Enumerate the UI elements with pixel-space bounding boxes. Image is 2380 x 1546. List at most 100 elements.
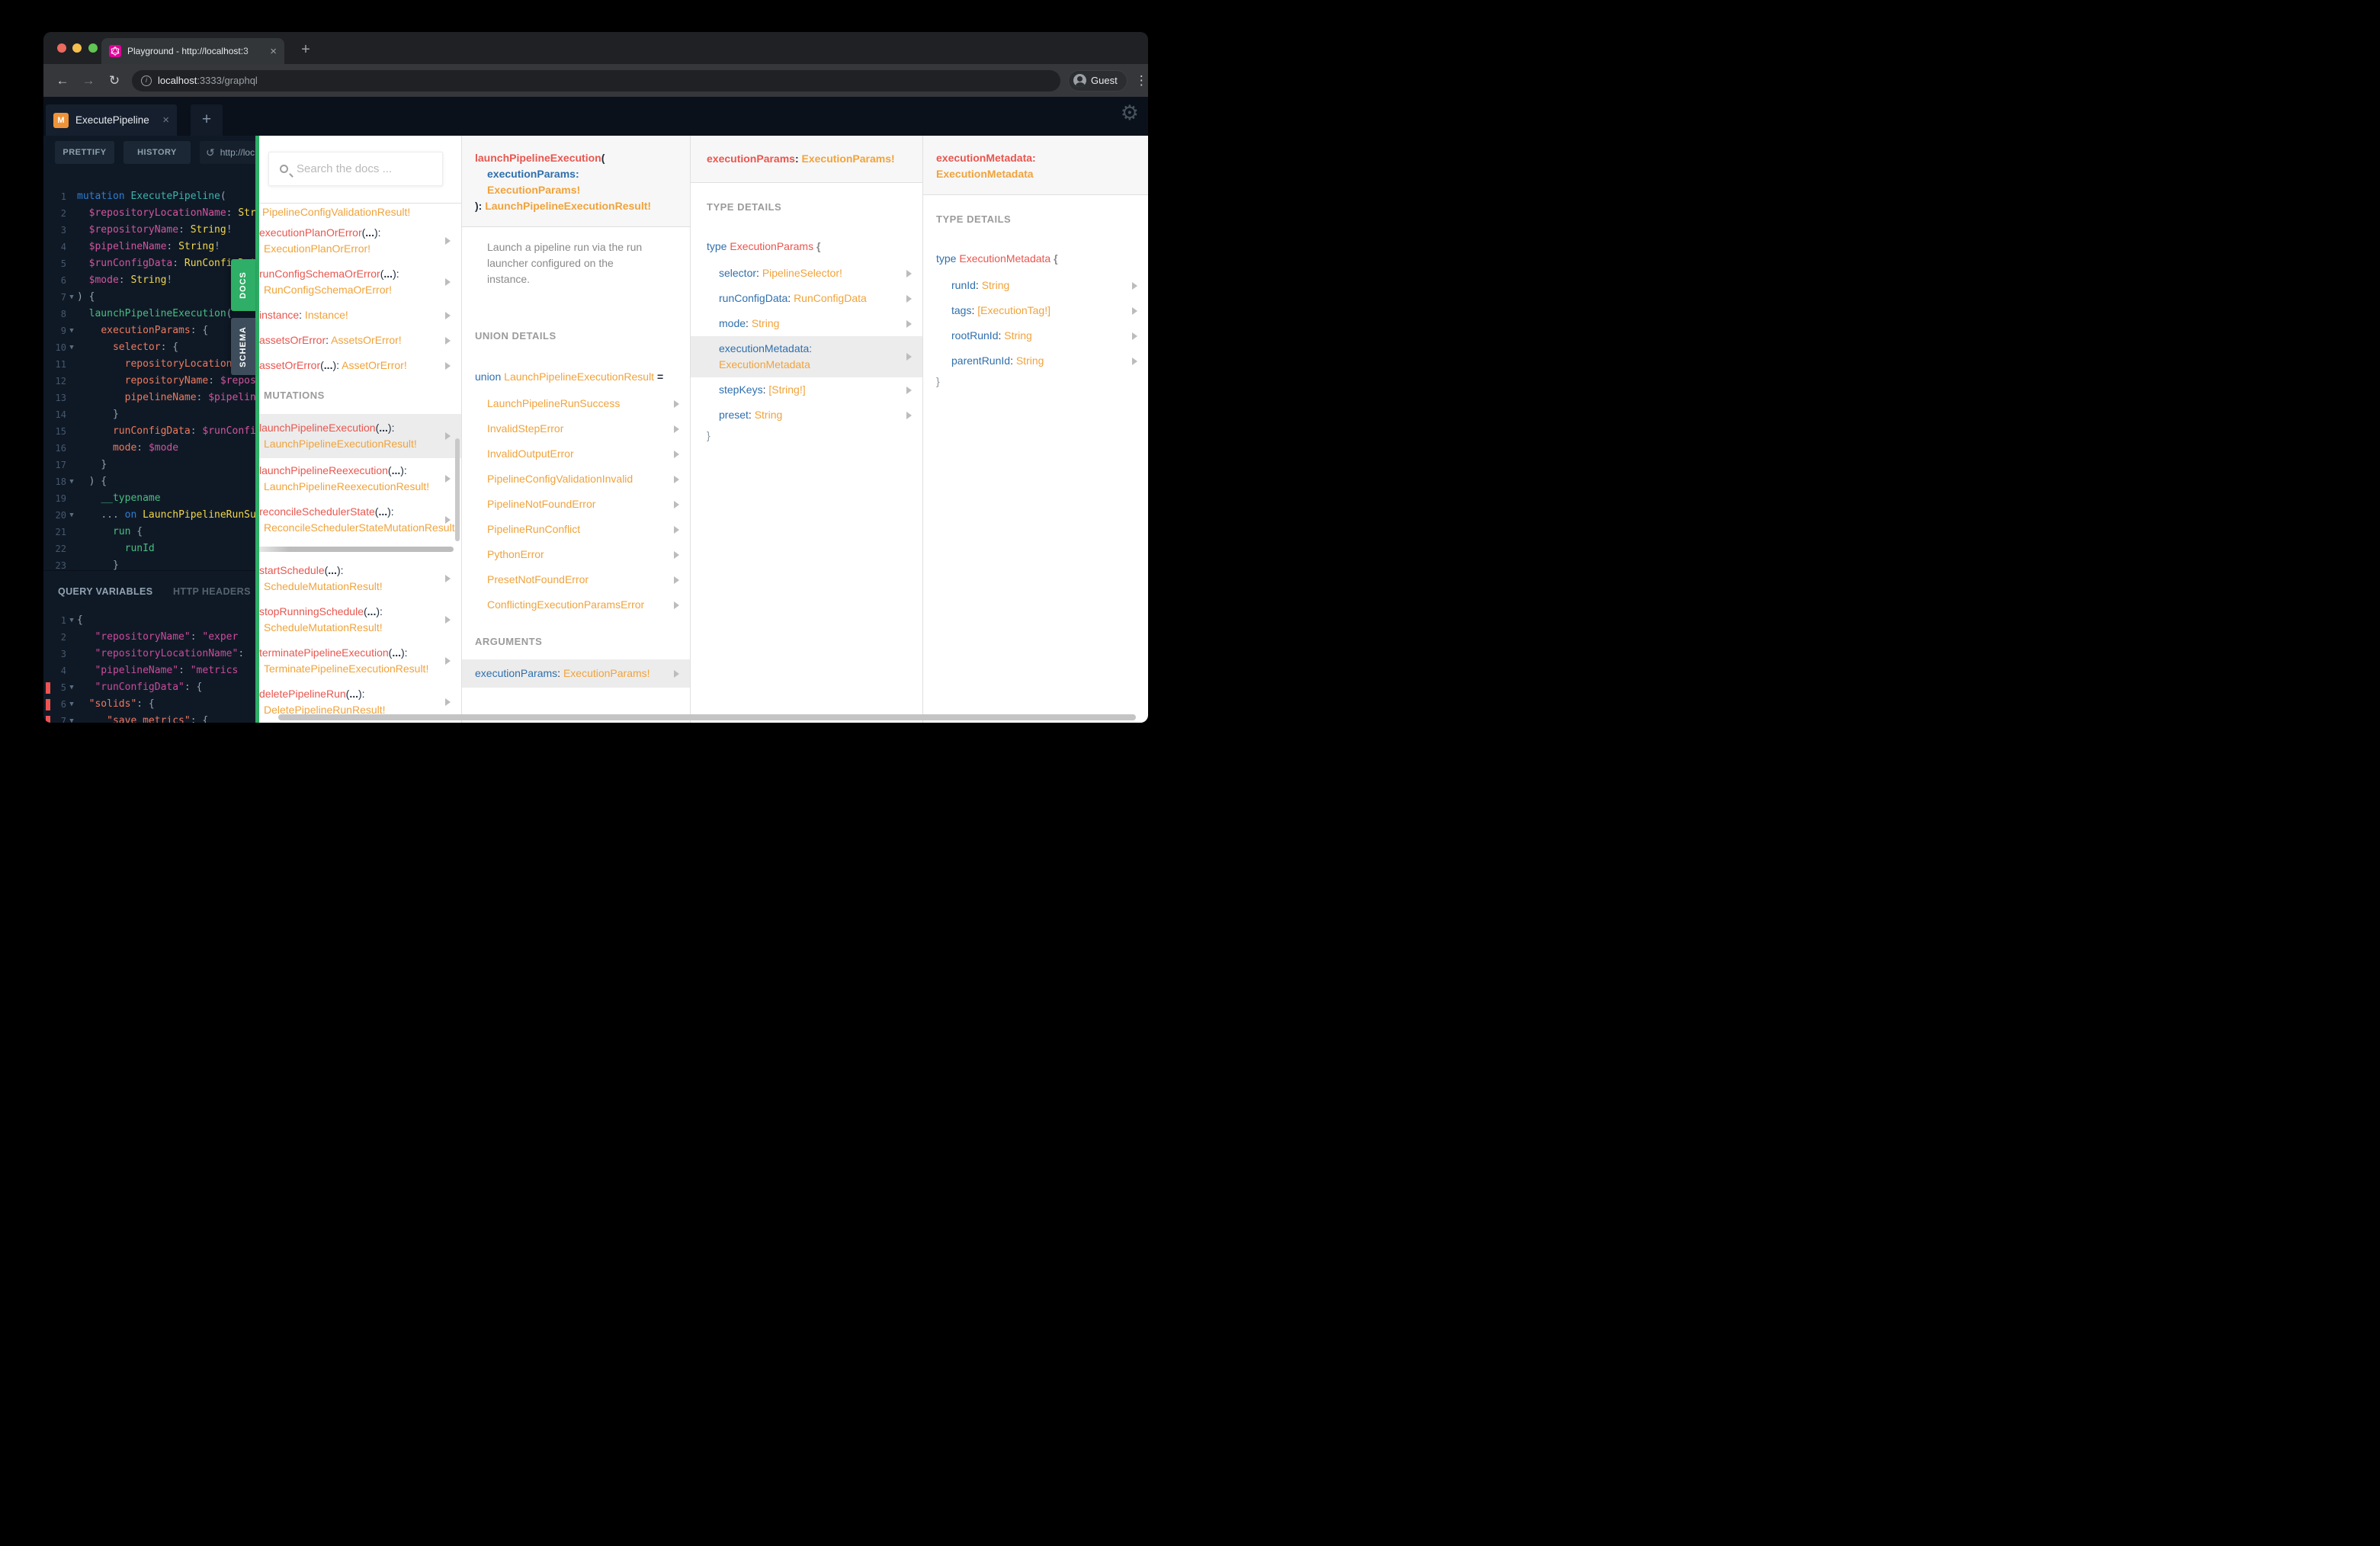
type-field-row[interactable]: mode: String [691,311,922,336]
docs-side-tab[interactable]: DOCS [231,259,255,311]
line-number: 10 [55,342,66,353]
type-field-row[interactable]: runConfigData: RunConfigData [691,286,922,311]
union-member-row[interactable]: PipelineNotFoundError [462,492,690,517]
list-horizontal-scrollbar[interactable] [259,547,454,552]
field-name: terminatePipelineExecution [259,646,389,659]
type-field-row[interactable]: parentRunId: String [923,348,1148,374]
history-button[interactable]: HISTORY [123,141,191,164]
field-name: reconcileSchedulerState [259,505,375,518]
fold-arrow-icon[interactable]: ▼ [66,322,77,339]
fold-arrow-icon[interactable]: ▼ [66,612,77,629]
union-member-row[interactable]: InvalidOutputError [462,441,690,467]
field-name: executionPlanOrError [259,226,362,239]
line-number: 18 [55,476,66,487]
union-member-row[interactable]: PresetNotFoundError [462,567,690,592]
type-field-row[interactable]: stepKeys: [String!] [691,377,922,403]
docs-horizontal-scrollbar[interactable] [278,714,1136,720]
code-token: "exper [202,631,239,643]
reload-icon[interactable]: ↻ [101,73,127,88]
browser-tab[interactable]: Playground - http://localhost:3 × [101,38,284,64]
fold-arrow-icon[interactable]: ▼ [66,713,77,723]
union-member-row[interactable]: LaunchPipelineRunSuccess [462,391,690,416]
site-info-icon[interactable]: i [141,75,152,86]
doc-entry[interactable]: instance: Instance! [259,303,461,328]
fold-arrow-icon[interactable]: ▼ [66,507,77,524]
tab-close-icon[interactable]: × [270,46,277,57]
forward-icon[interactable]: → [75,73,101,88]
type-field-row[interactable]: rootRunId: String [923,323,1148,348]
browser-menu-icon[interactable]: ⋮ [1135,73,1148,88]
code-token: $mode [148,442,179,454]
back-icon[interactable]: ← [50,73,75,88]
fold-arrow-icon[interactable]: ▼ [66,289,77,306]
close-window-button[interactable] [57,43,66,53]
line-number: 11 [55,359,66,370]
union-member-row[interactable]: PythonError [462,542,690,567]
field-name: deletePipelineRun [259,688,346,700]
doc-entry[interactable]: runConfigSchemaOrError(...): RunConfigSch… [259,261,461,303]
expand-arrow-icon [445,278,451,286]
fold-arrow-icon[interactable]: ▼ [66,679,77,696]
session-tab-executepipeline[interactable]: M ExecutePipeline × [46,104,177,136]
query-editor-pane[interactable]: PRETTIFY HISTORY ↺ http://loc 1 mutation … [43,136,255,723]
type-field-row[interactable]: runId: String [923,273,1148,298]
new-session-button[interactable]: + [191,104,223,136]
schema-side-tab[interactable]: SCHEMA [231,318,255,375]
type-name: PipelineSelector! [762,267,842,279]
zoom-window-button[interactable] [88,43,98,53]
type-field-row[interactable]: preset: String [691,403,922,428]
fold-arrow-icon[interactable]: ▼ [66,696,77,713]
fold-arrow-icon[interactable]: ▼ [66,339,77,356]
union-member-row[interactable]: PipelineConfigValidationInvalid [462,467,690,492]
doc-entry[interactable]: launchPipelineReexecution(...): LaunchPip… [259,458,461,499]
line-number: 21 [55,527,66,537]
doc-entry[interactable]: startSchedule(...): ScheduleMutationResul… [259,558,461,599]
query-code[interactable]: 1 mutation ExecutePipeline(2 $repositoryL… [43,188,255,574]
doc-entry[interactable]: executionPlanOrError(...): ExecutionPlanO… [259,220,461,261]
code-token: $runConfigData [202,425,255,437]
doc-entry[interactable]: reconcileSchedulerState(...): ReconcileSc… [259,499,461,540]
docs-column-fields: Search the docs ... PipelineConfigValida… [259,136,461,723]
session-close-icon[interactable]: × [162,114,169,127]
args-ellipsis: ... [365,226,374,239]
doc-entry[interactable]: assetsOrError: AssetsOrError! [259,328,461,353]
union-member-list: LaunchPipelineRunSuccess InvalidStepError… [462,391,690,617]
doc-entry[interactable]: terminatePipelineExecution(...): Terminat… [259,640,461,682]
type-field-row[interactable]: executionMetadata: ExecutionMetadata [691,336,922,377]
type-field-row[interactable]: tags: [ExecutionTag!] [923,298,1148,323]
prettify-button[interactable]: PRETTIFY [55,141,114,164]
endpoint-input[interactable]: ↺ http://loc [200,141,255,164]
fold-arrow-icon[interactable]: ▼ [66,473,77,490]
type-name: ScheduleMutationResult! [264,621,383,633]
union-member-row[interactable]: InvalidStepError [462,416,690,441]
argument-row[interactable]: executionParams: ExecutionParams! [462,659,690,688]
args-ellipsis: ): [332,359,340,371]
union-member-row[interactable]: PipelineRunConflict [462,517,690,542]
doc-entry[interactable]: stopRunningSchedule(...): ScheduleMutatio… [259,599,461,640]
tab-http-headers[interactable]: HTTP HEADERS [173,586,251,597]
type-field-row[interactable]: selector: PipelineSelector! [691,261,922,286]
url-bar[interactable]: i localhost:3333/graphql [132,69,1060,91]
doc-entry-name-line: runConfigSchemaOrError(...): [259,266,461,282]
new-tab-button[interactable]: + [295,40,316,61]
doc-entry-partial[interactable]: PipelineConfigValidationResult! [259,204,461,220]
mutation-badge: M [53,112,69,128]
doc-entry[interactable]: assetOrError(...): AssetOrError! [259,353,461,378]
union-member-row[interactable]: ConflictingExecutionParamsError [462,592,690,617]
code-token: "pipelineName" [95,665,179,676]
executionmetadata-header: executionMetadata: ExecutionMetadata [923,136,1148,195]
docs-search-input[interactable]: Search the docs ... [268,152,443,186]
doc-entry[interactable]: launchPipelineExecution(...): LaunchPipel… [259,414,461,458]
minimize-window-button[interactable] [72,43,82,53]
docs-list-scrollbar[interactable] [455,438,460,541]
profile-chip[interactable]: Guest [1068,69,1127,91]
variables-code[interactable]: 1 ▼{2 "repositoryName": "exper 3 "reposito… [43,612,255,723]
tab-query-variables[interactable]: QUERY VARIABLES [58,586,153,597]
union-details-header: UNION DETAILS [475,330,557,342]
field-name: selector [719,267,757,279]
settings-gear-icon[interactable]: ⚙ [1121,101,1139,125]
